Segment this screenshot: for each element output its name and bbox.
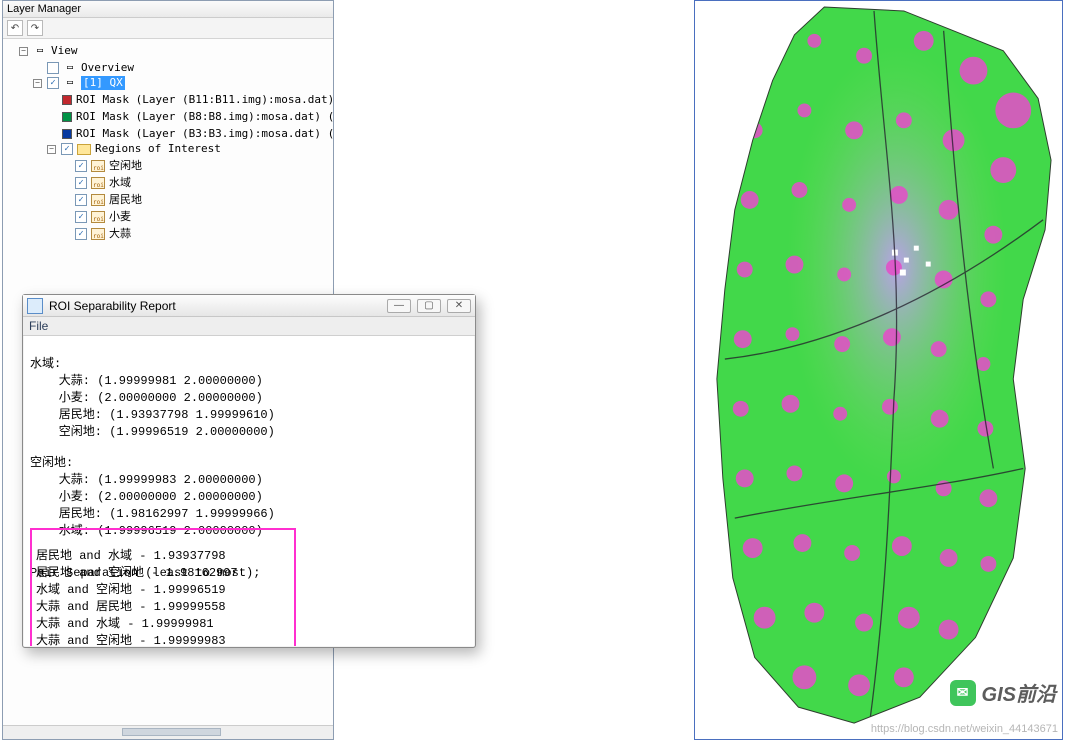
wechat-icon: ✉ <box>950 680 976 706</box>
image-layer-icon: ▭ <box>63 77 77 89</box>
window-titlebar[interactable]: ROI Separability Report — ▢ ✕ <box>23 295 475 317</box>
tree-node-mask[interactable]: ROI Mask (Layer (B11:B11.img):mosa.dat) … <box>76 93 333 107</box>
tree-node-overview[interactable]: Overview <box>81 61 134 75</box>
tree-node-mask[interactable]: ROI Mask (Layer (B8:B8.img):mosa.dat) (8… <box>76 110 333 124</box>
expand-roi-folder-icon[interactable]: − <box>47 145 56 154</box>
maximize-button[interactable]: ▢ <box>417 299 441 313</box>
minimize-button[interactable]: — <box>387 299 411 313</box>
redo-button[interactable]: ↷ <box>27 20 43 36</box>
tree-node-roi-folder[interactable]: Regions of Interest <box>95 142 221 156</box>
checkbox-qx[interactable]: ✓ <box>47 77 59 89</box>
watermark-text: GIS前沿 <box>982 678 1056 707</box>
map-view-frame[interactable]: ✉ GIS前沿 https://blog.csdn.net/weixin_441… <box>694 0 1063 740</box>
checkbox-roi[interactable]: ✓ <box>75 160 87 172</box>
checkbox-roi[interactable]: ✓ <box>75 228 87 240</box>
layer-manager-toolbar: ↶ ↷ <box>3 18 333 39</box>
checkbox-roi[interactable]: ✓ <box>75 194 87 206</box>
window-title: ROI Separability Report <box>49 299 387 313</box>
layer-swatch <box>62 112 72 122</box>
csdn-url-watermark: https://blog.csdn.net/weixin_44143671 <box>871 723 1058 735</box>
checkbox-roi[interactable]: ✓ <box>75 177 87 189</box>
watermark: ✉ GIS前沿 <box>950 678 1056 707</box>
folder-icon <box>77 144 91 155</box>
roi-icon <box>91 228 105 240</box>
checkbox-roi[interactable]: ✓ <box>75 211 87 223</box>
overview-icon: ▭ <box>63 62 77 74</box>
tree-node-roi[interactable]: 空闲地 <box>109 159 142 173</box>
tree-node-roi[interactable]: 居民地 <box>109 193 142 207</box>
tree-node-roi[interactable]: 小麦 <box>109 210 131 224</box>
tree-node-roi[interactable]: 大蒜 <box>109 227 131 241</box>
app-icon <box>27 298 43 314</box>
menu-bar: File <box>23 317 475 336</box>
layer-manager-title: Layer Manager <box>3 1 333 18</box>
classified-image <box>695 1 1062 737</box>
menu-file[interactable]: File <box>29 319 48 333</box>
layer-swatch <box>62 95 72 105</box>
roi-icon <box>91 177 105 189</box>
roi-icon <box>91 211 105 223</box>
expand-qx-icon[interactable]: − <box>33 79 42 88</box>
close-button[interactable]: ✕ <box>447 299 471 313</box>
tree-node-mask[interactable]: ROI Mask (Layer (B3:B3.img):mosa.dat) (5… <box>76 127 333 141</box>
report-body[interactable]: 水域: 大蒜: (1.99999981 2.00000000) 小麦: (2.0… <box>24 336 474 646</box>
tree-node-view[interactable]: View <box>51 44 78 58</box>
roi-icon <box>91 194 105 206</box>
roi-separability-window: ROI Separability Report — ▢ ✕ File 水域: 大… <box>22 294 476 648</box>
view-icon: ▭ <box>33 45 47 57</box>
layer-manager-scrollbar[interactable] <box>3 725 333 739</box>
tree-node-qx[interactable]: [1] QX <box>81 76 125 90</box>
tree-node-roi[interactable]: 水域 <box>109 176 131 190</box>
layer-swatch <box>62 129 72 139</box>
checkbox-roi-folder[interactable]: ✓ <box>61 143 73 155</box>
pair-separation-box: 居民地 and 水域 - 1.93937798 居民地 and 空闲地 - 1.… <box>30 528 296 646</box>
undo-button[interactable]: ↶ <box>7 20 23 36</box>
expand-view-icon[interactable]: − <box>19 47 28 56</box>
roi-icon <box>91 160 105 172</box>
checkbox-overview[interactable] <box>47 62 59 74</box>
